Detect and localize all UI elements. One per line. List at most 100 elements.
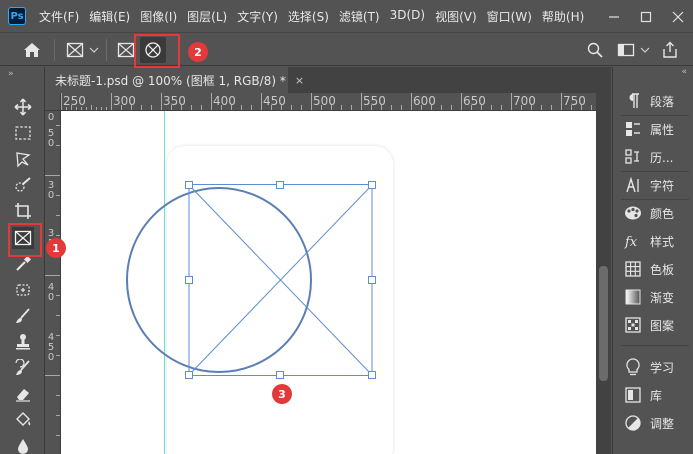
panel-color[interactable]: 颜色 xyxy=(623,201,691,225)
scrollbar-thumb[interactable] xyxy=(599,266,608,381)
ruler-label: 250 xyxy=(63,94,86,108)
ruler-corner xyxy=(45,93,61,111)
home-icon[interactable] xyxy=(20,39,44,61)
panel-label: 库 xyxy=(650,388,663,403)
step-badge-1: 1 xyxy=(46,238,66,258)
vertical-scrollbar[interactable] xyxy=(596,93,611,454)
paragraph-icon xyxy=(623,92,643,110)
panel-label: 段落 xyxy=(650,94,675,109)
color-icon xyxy=(623,204,643,222)
ruler-label: 0 xyxy=(47,292,55,303)
window-controls xyxy=(607,0,685,32)
stamp-icon[interactable] xyxy=(12,331,34,353)
menu-bar: Ps 文件(F) 编辑(E) 图像(I) 图层(L) 文字(Y) 选择(S) 滤… xyxy=(0,0,693,32)
panel-label: 渐变 xyxy=(650,290,675,305)
panel-styles[interactable]: fx 样式 xyxy=(623,229,691,253)
menu-select[interactable]: 选择(S) xyxy=(283,8,334,25)
document-tab[interactable]: 未标题-1.psd @ 100% (图框 1, RGB/8) * × xyxy=(45,67,304,93)
ellipse-frame[interactable] xyxy=(61,111,596,454)
panel-label: 图案 xyxy=(650,318,675,333)
share-icon[interactable] xyxy=(660,40,680,60)
panel-adjustments[interactable]: 调整 xyxy=(623,411,691,435)
document-tab-title: 未标题-1.psd @ 100% (图框 1, RGB/8) * xyxy=(55,73,286,88)
ruler-label: 300 xyxy=(113,94,136,108)
eraser-icon[interactable] xyxy=(12,383,34,405)
ruler-label: 500 xyxy=(313,94,336,108)
learn-icon xyxy=(623,358,643,376)
panel-collapse-icon[interactable]: « xyxy=(681,67,687,77)
healing-brush-icon[interactable] xyxy=(12,279,34,301)
ruler-label: 0 xyxy=(47,352,55,363)
highlight-box-frame-tool xyxy=(8,223,42,257)
panel-label: 样式 xyxy=(650,234,675,249)
search-icon[interactable] xyxy=(586,41,604,59)
panel-gradients[interactable]: 渐变 xyxy=(623,285,691,309)
panel-libraries[interactable]: 库 xyxy=(623,383,691,407)
highlight-box-ellipse-frame xyxy=(134,34,180,68)
menu-3d[interactable]: 3D(D) xyxy=(385,8,430,25)
ruler-label: 400 xyxy=(213,94,236,108)
panel-collapse-icon[interactable]: » xyxy=(8,69,14,79)
panel-character[interactable]: 字符 xyxy=(623,173,691,197)
adjustments-icon xyxy=(623,414,643,432)
chevron-down-icon[interactable] xyxy=(640,44,650,56)
move-icon[interactable] xyxy=(12,96,34,118)
styles-icon: fx xyxy=(623,232,643,250)
panel-label: 调整 xyxy=(650,416,675,431)
menu-items: 文件(F) 编辑(E) 图像(I) 图层(L) 文字(Y) 选择(S) 滤镜(T… xyxy=(34,8,589,25)
panel-history[interactable]: 历... xyxy=(623,145,691,169)
panel-separator xyxy=(621,199,689,200)
lasso-icon[interactable] xyxy=(12,148,34,170)
blur-icon[interactable] xyxy=(12,435,34,454)
history-brush-icon[interactable] xyxy=(12,357,34,379)
ruler-label: 650 xyxy=(463,94,486,108)
menu-window[interactable]: 窗口(W) xyxy=(482,8,537,25)
options-separator xyxy=(54,39,55,61)
menu-filter[interactable]: 滤镜(T) xyxy=(334,8,385,25)
ruler-label: 0 xyxy=(47,138,55,149)
options-bar xyxy=(0,32,693,66)
ruler-label: 0 xyxy=(47,190,55,201)
maximize-icon[interactable] xyxy=(639,9,653,23)
panel-patterns[interactable]: 图案 xyxy=(623,313,691,337)
panel-label: 属性 xyxy=(650,122,675,137)
chevron-down-icon[interactable] xyxy=(88,43,100,57)
panel-label: 历... xyxy=(650,150,674,165)
patterns-icon xyxy=(623,316,643,334)
menu-image[interactable]: 图像(I) xyxy=(135,8,182,25)
menu-view[interactable]: 视图(V) xyxy=(430,8,482,25)
quick-select-icon[interactable] xyxy=(12,174,34,196)
photoshop-logo[interactable]: Ps xyxy=(8,7,26,25)
panel-label: 颜色 xyxy=(650,206,675,221)
menu-edit[interactable]: 编辑(E) xyxy=(84,8,135,25)
marquee-icon[interactable] xyxy=(12,122,34,144)
horizontal-ruler: 250 300 350 400 450 500 550 600 650 700 … xyxy=(61,93,596,111)
menu-layer[interactable]: 图层(L) xyxy=(182,8,232,25)
panel-learn[interactable]: 学习 xyxy=(623,355,691,379)
ruler-label: 350 xyxy=(163,94,186,108)
minimize-icon[interactable] xyxy=(607,9,621,23)
panel-properties[interactable]: 属性 xyxy=(623,117,691,141)
panel-separator xyxy=(621,115,689,116)
close-icon[interactable] xyxy=(671,9,685,23)
document-canvas[interactable] xyxy=(61,111,596,454)
panel-paragraph[interactable]: 段落 xyxy=(623,89,691,113)
ruler-label: 0 xyxy=(47,112,55,123)
step-badge-2: 2 xyxy=(188,42,208,62)
menu-help[interactable]: 帮助(H) xyxy=(537,8,589,25)
menu-file[interactable]: 文件(F) xyxy=(34,8,84,25)
close-tab-icon[interactable]: × xyxy=(295,74,304,87)
frame-rect-icon[interactable] xyxy=(63,39,87,61)
options-separator xyxy=(106,39,107,61)
svg-text:fx: fx xyxy=(624,235,638,249)
workspace-icon[interactable] xyxy=(616,41,636,59)
panel-swatches[interactable]: 色板 xyxy=(623,257,691,281)
vertical-ruler: 0 5 0 3 0 3 5 0 4 0 4 5 0 xyxy=(45,111,61,454)
paint-bucket-icon[interactable] xyxy=(12,409,34,431)
ruler-label: 600 xyxy=(413,94,436,108)
menu-type[interactable]: 文字(Y) xyxy=(232,8,283,25)
crop-icon[interactable] xyxy=(12,200,34,222)
brush-icon[interactable] xyxy=(12,305,34,327)
ruler-label: 750 xyxy=(563,94,586,108)
history-icon xyxy=(623,148,643,166)
